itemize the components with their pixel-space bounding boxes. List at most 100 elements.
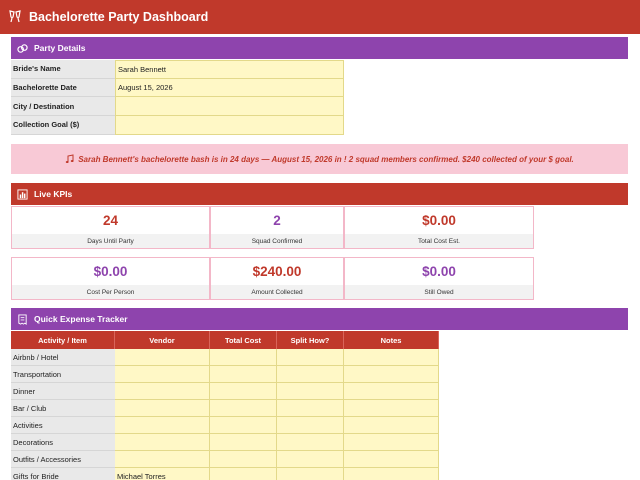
kpi-card-still-owed: $0.00 Still Owed: [344, 257, 534, 300]
kpi-caption: Amount Collected: [211, 285, 343, 299]
detail-label: Bride's Name: [11, 60, 115, 79]
vendor-cell[interactable]: [115, 366, 210, 383]
activity-cell: Bar / Club: [11, 400, 115, 417]
collection-goal-field[interactable]: [115, 116, 344, 135]
vendor-cell[interactable]: [115, 400, 210, 417]
split-how-cell[interactable]: [277, 451, 344, 468]
detail-row: City / Destination: [11, 97, 344, 117]
split-how-cell[interactable]: [277, 434, 344, 451]
notes-cell[interactable]: [344, 451, 439, 468]
detail-label: Bachelorette Date: [11, 78, 115, 98]
activity-cell: Dinner: [11, 383, 115, 400]
notes-cell[interactable]: [344, 366, 439, 383]
split-how-cell[interactable]: [277, 383, 344, 400]
kpi-card-cost-per-person: $0.00 Cost Per Person: [11, 257, 210, 300]
total-cost-cell[interactable]: [210, 417, 277, 434]
total-cost-cell[interactable]: [210, 349, 277, 366]
kpi-caption: Cost Per Person: [12, 285, 209, 299]
total-cost-cell[interactable]: [210, 400, 277, 417]
detail-row: Bride's Name Sarah Bennett: [11, 60, 344, 79]
notes-cell[interactable]: [344, 434, 439, 451]
activity-cell: Decorations: [11, 434, 115, 451]
vendor-cell[interactable]: [115, 349, 210, 366]
total-cost-cell[interactable]: [210, 434, 277, 451]
detail-label: Collection Goal ($): [11, 116, 115, 135]
kpi-value: $0.00: [93, 264, 128, 279]
kpi-card-squad-confirmed: 2 Squad Confirmed: [210, 206, 344, 249]
column-header: Notes: [344, 331, 439, 349]
party-details-table: Bride's Name Sarah Bennett Bachelorette …: [11, 60, 344, 135]
notes-cell[interactable]: [344, 349, 439, 366]
expense-table: Activity / Item Vendor Total Cost Split …: [11, 331, 439, 480]
champagne-glasses-icon: [9, 10, 21, 23]
section-title: Live KPIs: [34, 189, 73, 199]
activity-cell: Gifts for Bride: [11, 468, 115, 480]
detail-row: Collection Goal ($): [11, 116, 344, 135]
total-cost-cell[interactable]: [210, 468, 277, 480]
table-row: Transportation: [11, 366, 439, 383]
table-row: Bar / Club: [11, 400, 439, 417]
party-details-header: Party Details: [11, 37, 628, 59]
kpi-value: 24: [102, 213, 119, 228]
table-row: Dinner: [11, 383, 439, 400]
notes-cell[interactable]: [344, 383, 439, 400]
split-how-cell[interactable]: [277, 349, 344, 366]
notes-cell[interactable]: [344, 468, 439, 480]
city-destination-field[interactable]: [115, 97, 344, 117]
kpi-card-total-cost: $0.00 Total Cost Est.: [344, 206, 534, 249]
kpi-card-days-until-party: 24 Days Until Party: [11, 206, 210, 249]
split-how-cell[interactable]: [277, 366, 344, 383]
activity-cell: Outfits / Accessories: [11, 451, 115, 468]
kpi-row: 24 Days Until Party 2 Squad Confirmed $0…: [11, 206, 534, 249]
vendor-cell[interactable]: Michael Torres: [115, 468, 210, 480]
kpi-value: $0.00: [422, 264, 456, 279]
detail-row: Bachelorette Date August 15, 2026: [11, 78, 344, 98]
total-cost-cell[interactable]: [210, 383, 277, 400]
activity-cell: Activities: [11, 417, 115, 434]
kpi-value: $0.00: [422, 213, 456, 228]
music-note-icon: [66, 154, 74, 163]
column-header: Split How?: [277, 331, 344, 349]
vendor-cell[interactable]: [115, 417, 210, 434]
section-title: Quick Expense Tracker: [34, 314, 128, 324]
bachelorette-date-field[interactable]: August 15, 2026: [115, 78, 344, 98]
page-title: Bachelorette Party Dashboard: [29, 10, 209, 24]
table-row: Decorations: [11, 434, 439, 451]
table-row: Outfits / Accessories: [11, 451, 439, 468]
detail-label: City / Destination: [11, 97, 115, 117]
bar-chart-icon: [17, 188, 28, 200]
kpi-value: 2: [273, 213, 281, 228]
split-how-cell[interactable]: [277, 417, 344, 434]
total-cost-cell[interactable]: [210, 366, 277, 383]
dashboard-banner: Bachelorette Party Dashboard: [0, 0, 640, 34]
countdown-message: Sarah Bennett's bachelorette bash is in …: [78, 154, 574, 164]
countdown-banner: Sarah Bennett's bachelorette bash is in …: [11, 144, 628, 174]
column-header: Activity / Item: [11, 331, 115, 349]
column-header: Total Cost: [210, 331, 277, 349]
kpi-caption: Total Cost Est.: [345, 234, 533, 248]
expense-tracker-header: Quick Expense Tracker: [11, 308, 628, 330]
vendor-cell[interactable]: [115, 434, 210, 451]
column-header: Vendor: [115, 331, 210, 349]
live-kpis-header: Live KPIs: [11, 183, 628, 205]
split-how-cell[interactable]: [277, 400, 344, 417]
kpi-caption: Squad Confirmed: [211, 234, 343, 248]
kpi-caption: Days Until Party: [12, 234, 209, 248]
receipt-icon: [18, 313, 27, 325]
table-header-row: Activity / Item Vendor Total Cost Split …: [11, 331, 439, 349]
vendor-cell[interactable]: [115, 451, 210, 468]
table-row: Airbnb / Hotel: [11, 349, 439, 366]
total-cost-cell[interactable]: [210, 451, 277, 468]
rings-icon: [17, 43, 28, 53]
vendor-cell[interactable]: [115, 383, 210, 400]
activity-cell: Airbnb / Hotel: [11, 349, 115, 366]
split-how-cell[interactable]: [277, 468, 344, 480]
kpi-value: $240.00: [252, 264, 302, 279]
bride-name-field[interactable]: Sarah Bennett: [115, 60, 344, 79]
kpi-caption: Still Owed: [345, 285, 533, 299]
notes-cell[interactable]: [344, 400, 439, 417]
kpi-row: $0.00 Cost Per Person $240.00 Amount Col…: [11, 257, 534, 300]
table-row: Gifts for Bride Michael Torres: [11, 468, 439, 480]
notes-cell[interactable]: [344, 417, 439, 434]
kpi-card-amount-collected: $240.00 Amount Collected: [210, 257, 344, 300]
